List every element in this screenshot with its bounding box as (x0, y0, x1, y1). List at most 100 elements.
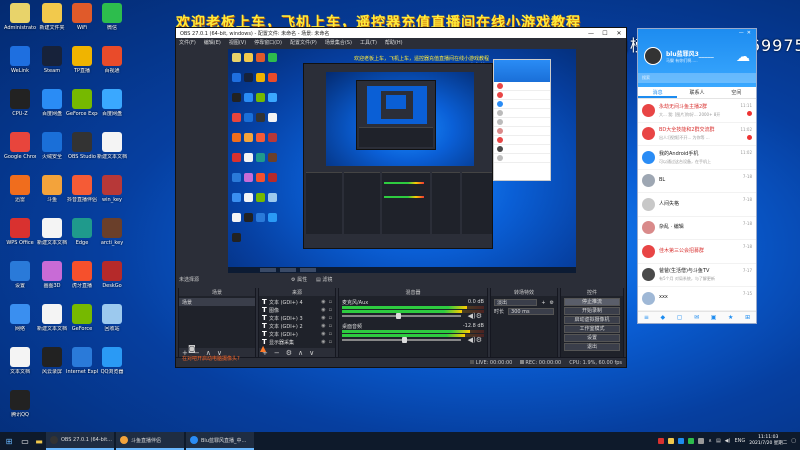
taskbar-app[interactable]: 斗鱼直播伴侣 (116, 432, 184, 450)
star-icon[interactable]: ★ (728, 314, 733, 321)
chat-list-item[interactable]: 佳木第三公会招募群 7-18 (638, 240, 756, 264)
chat-list-item[interactable]: BD大全技能和2群交流群 出人:[视频]不开... 为你等 ... 11:02 (638, 123, 756, 146)
close-icon[interactable]: ✕ (612, 30, 626, 37)
qq-tab[interactable]: 联系人 (677, 87, 716, 98)
desktop-icon[interactable]: 斗鱼 (36, 175, 68, 203)
desktop-icon[interactable]: 新建文本文档 (36, 218, 68, 246)
desktop-icon[interactable]: Edge (66, 218, 98, 246)
desktop-icon[interactable]: 新建文本文档 (36, 304, 68, 332)
tray-app-icon[interactable] (668, 438, 675, 444)
filters-button[interactable]: ▤ 滤镜 (316, 276, 332, 283)
control-button[interactable]: 开始录制 (564, 307, 620, 315)
windows-start-icon[interactable]: ⊞ (0, 432, 18, 450)
qq-signature[interactable]: 马鬃 有你们啊..... (666, 58, 698, 64)
lock-icon[interactable]: ▫ (329, 299, 332, 305)
source-item[interactable]: T 文本 (GDI+) 2 ◉ ▫ (259, 322, 335, 330)
control-button[interactable]: 停止推流 (564, 298, 620, 306)
volume-slider-handle[interactable] (401, 337, 407, 343)
chat-list-item[interactable]: 我的Android手机 可以通过这台设备，在手机上 11:02 (638, 146, 756, 170)
desktop-icon[interactable]: GeForce (66, 304, 98, 332)
eye-icon[interactable]: ◉ (321, 323, 325, 329)
obs-menu-item[interactable]: 场景集合(S) (325, 39, 352, 46)
desktop-icon[interactable]: WeLink (4, 46, 36, 74)
transition-select[interactable]: 淡出 (494, 299, 538, 306)
volume-icon[interactable]: ◀) (725, 438, 731, 444)
desktop-icon[interactable]: 抖音直播伴侣 (66, 175, 98, 203)
qq-tab[interactable]: 消息 (638, 87, 678, 98)
desktop-icon[interactable]: Internet Explorer (66, 347, 98, 375)
move-down-icon[interactable]: ∨ (309, 349, 314, 357)
maximize-icon[interactable]: ☐ (598, 30, 612, 37)
chat-list-item[interactable]: 爸爸(生活僧)与斗鱼TV 有5个月 对局系统，与了解更新 7-17 (638, 264, 756, 287)
desktop-icon[interactable]: 新建文件夹 (36, 3, 68, 31)
desktop-icon[interactable]: Administrator (4, 3, 36, 31)
camera-prompt[interactable]: ◙ ▲ 在对吧开启动电脑摄像头? (180, 344, 300, 366)
minimize-icon[interactable]: — (739, 30, 747, 36)
source-item[interactable]: T 图像 ◉ ▫ (259, 306, 335, 314)
lock-icon[interactable]: ▫ (329, 339, 332, 345)
menu-icon[interactable]: ≡ (644, 314, 649, 321)
desktop-icon[interactable]: 腾讯QQ (4, 390, 36, 418)
control-button[interactable]: 设置 (564, 334, 620, 342)
lock-icon[interactable]: ▫ (329, 331, 332, 337)
eye-icon[interactable]: ◉ (321, 299, 325, 305)
lock-icon[interactable]: ▫ (329, 307, 332, 313)
control-button[interactable]: 退出 (564, 343, 620, 351)
desktop-icon[interactable]: 回收站 (96, 304, 128, 332)
control-button[interactable]: 启动虚拟摄像机 (564, 316, 620, 324)
desktop-icon[interactable]: 百视通 (96, 46, 128, 74)
desktop-icon[interactable]: arcti_key (96, 218, 128, 246)
eye-icon[interactable]: ◉ (321, 339, 325, 345)
lock-icon[interactable]: ▫ (329, 315, 332, 321)
obs-menu-item[interactable]: 文件(F) (179, 39, 196, 46)
chat-list-item[interactable]: xxx 7-15 (638, 287, 756, 311)
desktop-icon[interactable]: 迅雷 (4, 175, 36, 203)
qq-tab[interactable]: 空间 (717, 87, 756, 98)
properties-button[interactable]: ⚙ 属性 (291, 276, 307, 283)
gear-icon[interactable]: ⚙ (550, 300, 554, 306)
file-explorer-icon[interactable]: ▬ (32, 432, 46, 450)
clock[interactable]: 11:11:03 2021/7/20 星期二 (749, 435, 787, 447)
desktop-icon[interactable]: GeForce Experience (66, 89, 98, 117)
obs-menu-item[interactable]: 编辑(E) (204, 39, 221, 46)
tray-app-icon[interactable] (658, 438, 665, 444)
desktop-icon[interactable]: 画图3D (36, 261, 68, 289)
obs-window[interactable]: OBS 27.0.1 (64-bit, windows) - 配置文件: 未命名… (175, 27, 627, 368)
task-view-icon[interactable]: ▭ (18, 432, 32, 450)
desktop-icon[interactable]: Google Chrome (4, 132, 36, 160)
add-icon[interactable]: + (541, 300, 545, 306)
obs-menu-item[interactable]: 配置文件(P) (290, 39, 317, 46)
camera-icon[interactable]: ◙ (188, 344, 206, 354)
folder-icon[interactable]: ▣ (711, 314, 717, 321)
source-item[interactable]: T 文本 (GDI+) ◉ ▫ (259, 330, 335, 338)
avatar[interactable] (644, 47, 662, 65)
desktop-icon[interactable]: OBS Studio (66, 132, 98, 160)
taskbar-app[interactable]: OBS 27.0.1 (64-bit... (46, 432, 114, 450)
file-icon[interactable]: ▢ (677, 314, 683, 321)
volume-slider-handle[interactable] (395, 313, 401, 319)
desktop-icon[interactable]: 网络 (4, 304, 36, 332)
qq-window[interactable]: —✕ blu蓝罪风3_____ 马鬃 有你们啊..... ☁ 搜索 消息 联系人空… (637, 28, 757, 324)
game-icon[interactable]: ◆ (660, 314, 665, 321)
desktop-icon[interactable]: 微信 (96, 3, 128, 31)
chat-list-item[interactable]: 人间失格 7-18 (638, 193, 756, 217)
desktop-icon[interactable]: WPS Office (4, 218, 36, 246)
desktop-icon[interactable]: QQ浏览器 (96, 347, 128, 375)
desktop-icon[interactable]: WiFi (66, 3, 98, 31)
desktop-icon[interactable]: 虎牙直播 (66, 261, 98, 289)
network-icon[interactable]: ▤ (716, 438, 721, 444)
desktop-icon[interactable]: 新建文本文档 (96, 132, 128, 160)
obs-menu-item[interactable]: 视图(V) (229, 39, 246, 46)
obs-menu-item[interactable]: 停靠窗口(D) (254, 39, 282, 46)
tray-app-icon[interactable] (698, 438, 705, 444)
source-item[interactable]: T 文本 (GDI+) 3 ◉ ▫ (259, 314, 335, 322)
obs-menu-item[interactable]: 工具(T) (360, 39, 377, 46)
qq-search-input[interactable]: 搜索 (638, 73, 756, 83)
eye-icon[interactable]: ◉ (321, 307, 325, 313)
chat-list-item[interactable]: 永劫无间斗鱼主播2群 大... 我: [图片]你好... 2000+ 8开 11:1… (638, 99, 756, 123)
mail-icon[interactable]: ✉ (694, 314, 699, 321)
chat-list-item[interactable]: BL 7-18 (638, 170, 756, 193)
desktop-icon[interactable]: 百度网盘 (96, 89, 128, 117)
desktop-icon[interactable]: win_key (96, 175, 128, 203)
scene-item[interactable]: 场景 (179, 298, 255, 306)
